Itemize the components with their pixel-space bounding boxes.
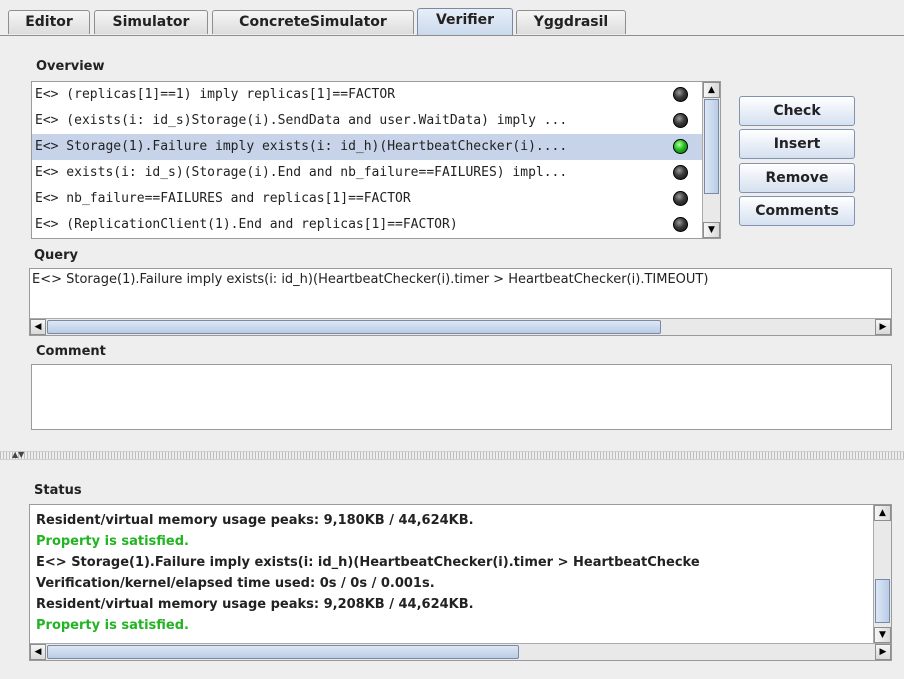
query-text: E<> Storage(1).Failure imply exists(i: i… [35,139,568,154]
scroll-thumb[interactable] [875,579,890,623]
comments-button[interactable]: Comments [739,196,855,226]
arrow-right-icon[interactable]: ▶ [875,319,891,335]
scroll-thumb[interactable] [47,645,519,659]
query-horizontal-scrollbar[interactable]: ◀ ▶ [30,318,891,335]
status-led-icon [673,113,688,128]
check-button[interactable]: Check [739,96,855,126]
tab-divider [0,35,904,36]
arrow-down-icon[interactable]: ▼ [703,222,720,238]
tab-concrete-simulator[interactable]: ConcreteSimulator [212,10,414,34]
arrow-right-icon[interactable]: ▶ [875,644,891,660]
comment-label: Comment [36,344,106,359]
status-horizontal-scrollbar[interactable]: ◀ ▶ [30,643,891,660]
query-text: E<> (replicas[1]==1) imply replicas[1]==… [35,87,396,102]
collapse-arrows-icon[interactable]: ▲▼ [12,450,24,460]
arrow-left-icon[interactable]: ◀ [30,319,46,335]
status-led-icon [673,165,688,180]
arrow-up-icon[interactable]: ▲ [874,505,891,521]
status-line: Resident/virtual memory usage peaks: 9,2… [36,597,474,612]
query-text: E<> nb_failure==FAILURES and replicas[1]… [35,191,411,206]
scroll-thumb[interactable] [47,320,661,334]
comment-textarea[interactable] [31,364,892,430]
list-vertical-scrollbar[interactable]: ▲ ▼ [702,82,720,238]
arrow-left-icon[interactable]: ◀ [30,644,46,660]
list-item[interactable]: E<> (exists(i: id_s)Storage(i).SendData … [32,108,702,134]
query-editor[interactable]: E<> Storage(1).Failure imply exists(i: i… [29,268,892,336]
arrow-down-icon[interactable]: ▼ [874,627,891,643]
split-pane-divider[interactable] [0,451,904,460]
list-item-selected[interactable]: E<> Storage(1).Failure imply exists(i: i… [32,134,702,160]
query-list[interactable]: E<> (replicas[1]==1) imply replicas[1]==… [31,81,721,239]
status-line-satisfied: Property is satisfied. [36,618,189,633]
status-vertical-scrollbar[interactable]: ▲ ▼ [873,505,891,643]
query-label: Query [34,248,79,263]
list-item[interactable]: E<> (ReplicationClient(1).End and replic… [32,212,702,238]
status-line: Verification/kernel/elapsed time used: 0… [36,576,435,591]
overview-label: Overview [36,59,105,74]
status-output[interactable]: Resident/virtual memory usage peaks: 9,1… [29,504,892,661]
query-input[interactable]: E<> Storage(1).Failure imply exists(i: i… [32,272,708,287]
satisfied-led-icon [673,139,688,154]
insert-button[interactable]: Insert [739,129,855,159]
list-item[interactable]: E<> nb_failure==FAILURES and replicas[1]… [32,186,702,212]
list-item[interactable]: E<> exists(i: id_s)(Storage(i).End and n… [32,160,702,186]
status-led-icon [673,191,688,206]
list-item[interactable]: E<> (replicas[1]==1) imply replicas[1]==… [32,82,702,108]
tab-bar: Editor Simulator ConcreteSimulator Verif… [0,0,904,36]
tab-simulator[interactable]: Simulator [94,10,208,34]
status-line: Resident/virtual memory usage peaks: 9,1… [36,513,474,528]
status-label: Status [34,483,82,498]
query-text: E<> exists(i: id_s)(Storage(i).End and n… [35,165,568,180]
remove-button[interactable]: Remove [739,163,855,193]
query-text: E<> (exists(i: id_s)Storage(i).SendData … [35,113,568,128]
query-text: E<> (ReplicationClient(1).End and replic… [35,217,458,232]
tab-verifier[interactable]: Verifier [417,8,513,36]
status-led-icon [673,217,688,232]
status-led-icon [673,87,688,102]
scroll-thumb[interactable] [704,99,719,194]
status-line-satisfied: Property is satisfied. [36,534,189,549]
arrow-up-icon[interactable]: ▲ [703,82,720,98]
tab-editor[interactable]: Editor [8,10,90,34]
tab-yggdrasil[interactable]: Yggdrasil [516,10,626,34]
status-line: E<> Storage(1).Failure imply exists(i: i… [36,555,700,570]
